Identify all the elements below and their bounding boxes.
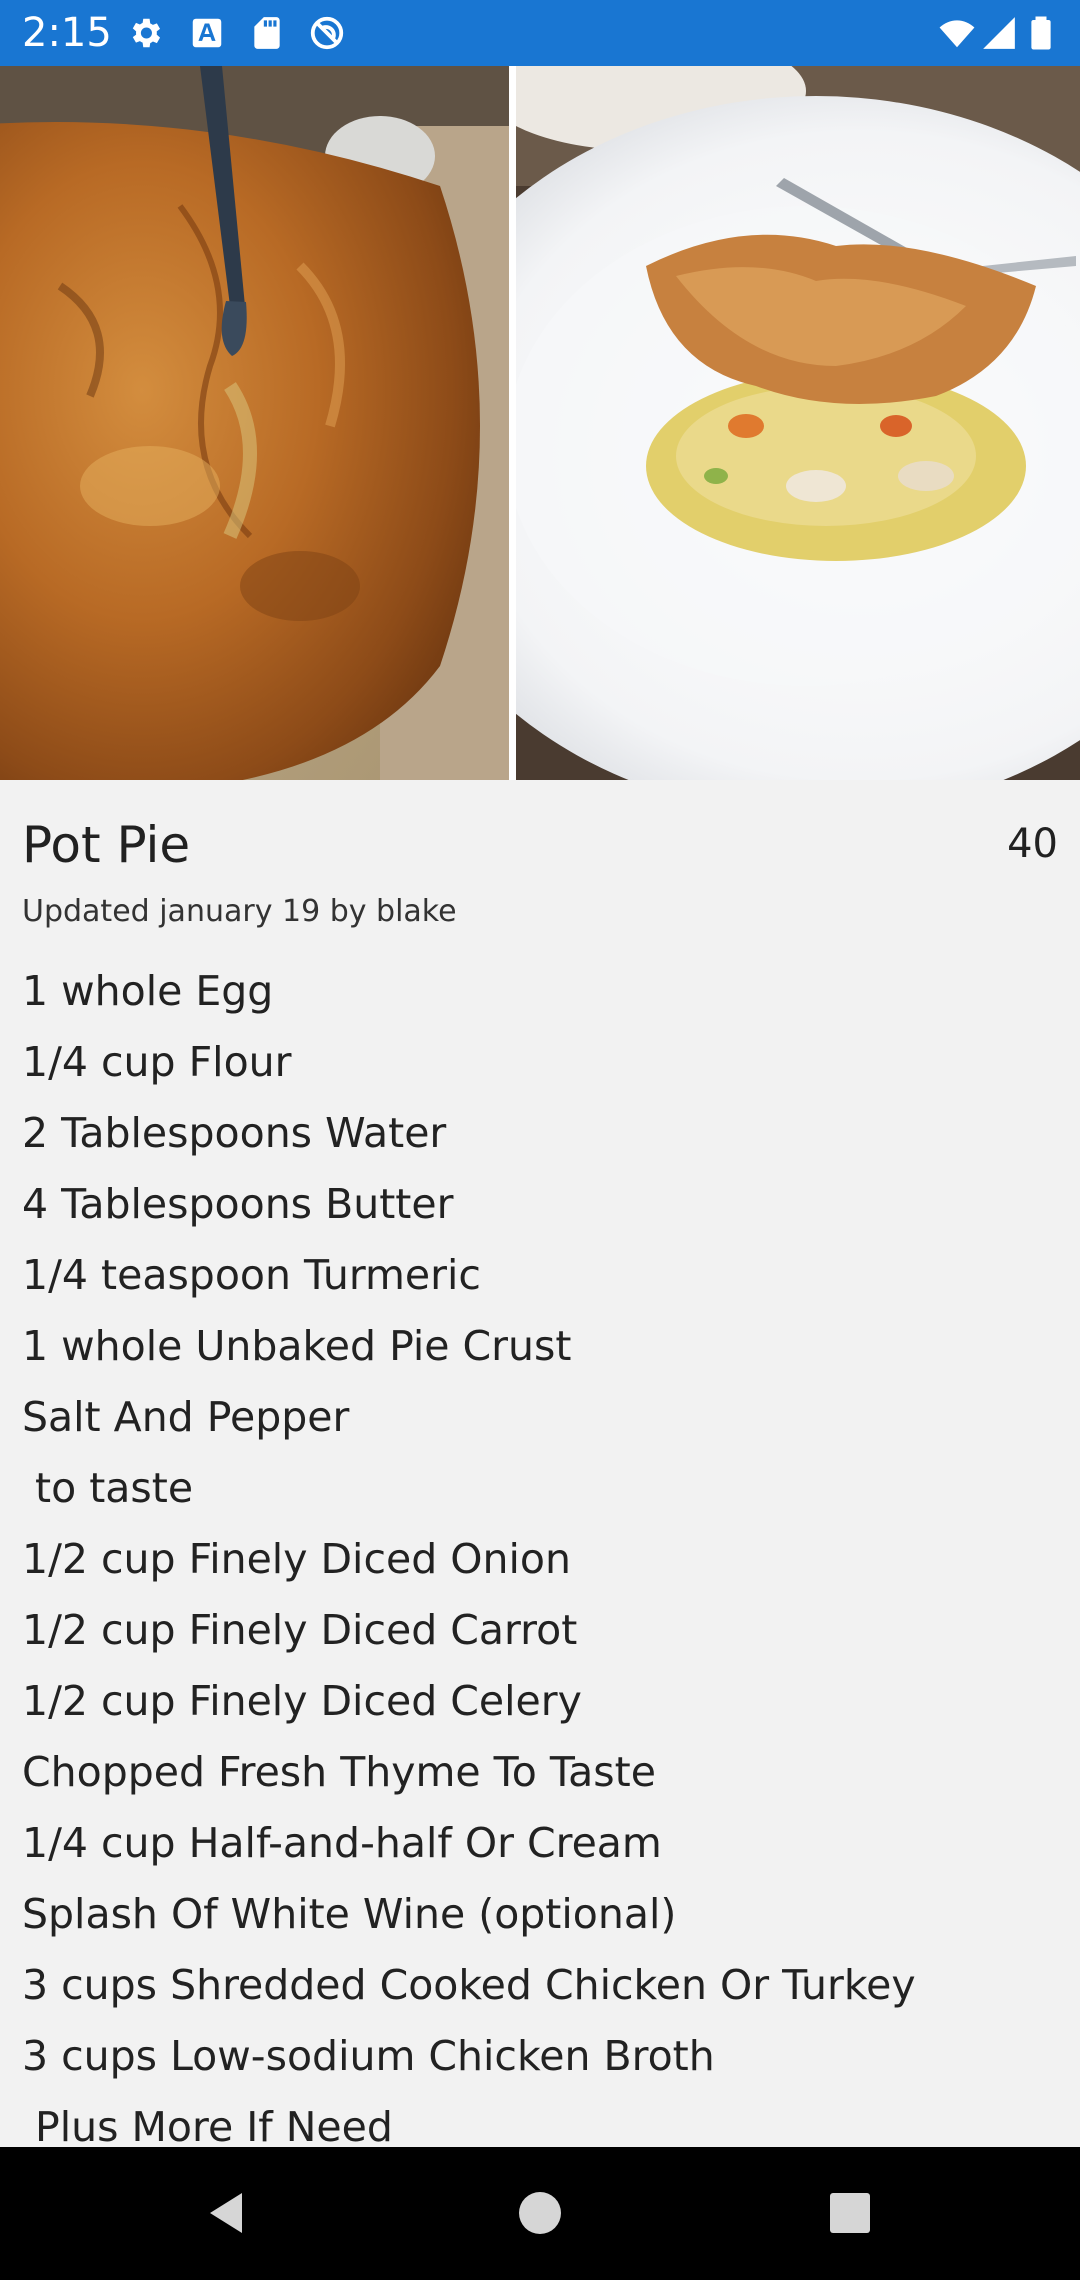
ingredient-item: 1/4 cup Flour xyxy=(22,1038,292,1086)
recipe-title: Pot Pie xyxy=(22,816,191,874)
recipe-photos xyxy=(0,66,1080,780)
recipe-detail-screen: 2:15 Pot Pie 40 Updated january 19 by bl… xyxy=(0,0,1080,2280)
status-bar: 2:15 xyxy=(0,0,1080,66)
battery-icon xyxy=(1030,14,1060,52)
system-navigation-bar xyxy=(0,2147,1080,2280)
ingredient-item: Chopped Fresh Thyme To Taste xyxy=(22,1748,656,1796)
ingredient-item: to taste xyxy=(22,1464,194,1512)
ingredient-item: 1/4 cup Half-and-half Or Cream xyxy=(22,1819,662,1867)
ingredient-item: Plus More If Need xyxy=(22,2103,393,2147)
ingredient-item: 1/4 teaspoon Turmeric xyxy=(22,1251,481,1299)
font-download-icon xyxy=(188,14,226,52)
recipe-updated-info: Updated january 19 by blake xyxy=(22,894,457,929)
sd-card-icon xyxy=(248,14,286,52)
back-icon[interactable] xyxy=(196,2183,256,2243)
ingredient-item: 1/2 cup Finely Diced Onion xyxy=(22,1535,571,1583)
home-icon[interactable] xyxy=(510,2183,570,2243)
ingredient-item: 3 cups Shredded Cooked Chicken Or Turkey xyxy=(22,1961,916,2009)
ingredient-item: 2 Tablespoons Water xyxy=(22,1109,447,1157)
recipe-content: Pot Pie 40 Updated january 19 by blake 1… xyxy=(0,780,1080,2147)
ingredient-item: 1 whole Egg xyxy=(22,967,274,1015)
recents-icon[interactable] xyxy=(820,2183,880,2243)
ingredient-item: 4 Tablespoons Butter xyxy=(22,1180,454,1228)
ingredient-item: 1/2 cup Finely Diced Celery xyxy=(22,1677,582,1725)
ingredient-item: 1/2 cup Finely Diced Carrot xyxy=(22,1606,578,1654)
ingredient-item: Splash Of White Wine (optional) xyxy=(22,1890,677,1938)
wifi-icon xyxy=(938,14,976,52)
pot-pie-plated-photo xyxy=(516,66,1080,780)
do-not-disturb-icon xyxy=(308,14,346,52)
ingredients-list: 1 whole Egg 1/4 cup Flour 2 Tablespoons … xyxy=(22,956,916,2147)
recipe-rating: 40 xyxy=(1007,821,1058,867)
status-time: 2:15 xyxy=(22,10,112,56)
cellular-signal-icon xyxy=(980,14,1018,52)
ingredient-item: 3 cups Low-sodium Chicken Broth xyxy=(22,2032,715,2080)
pot-pie-whole-photo xyxy=(0,66,509,780)
ingredient-item: 1 whole Unbaked Pie Crust xyxy=(22,1322,572,1370)
ingredient-item: Salt And Pepper xyxy=(22,1393,350,1441)
settings-icon xyxy=(126,14,164,52)
